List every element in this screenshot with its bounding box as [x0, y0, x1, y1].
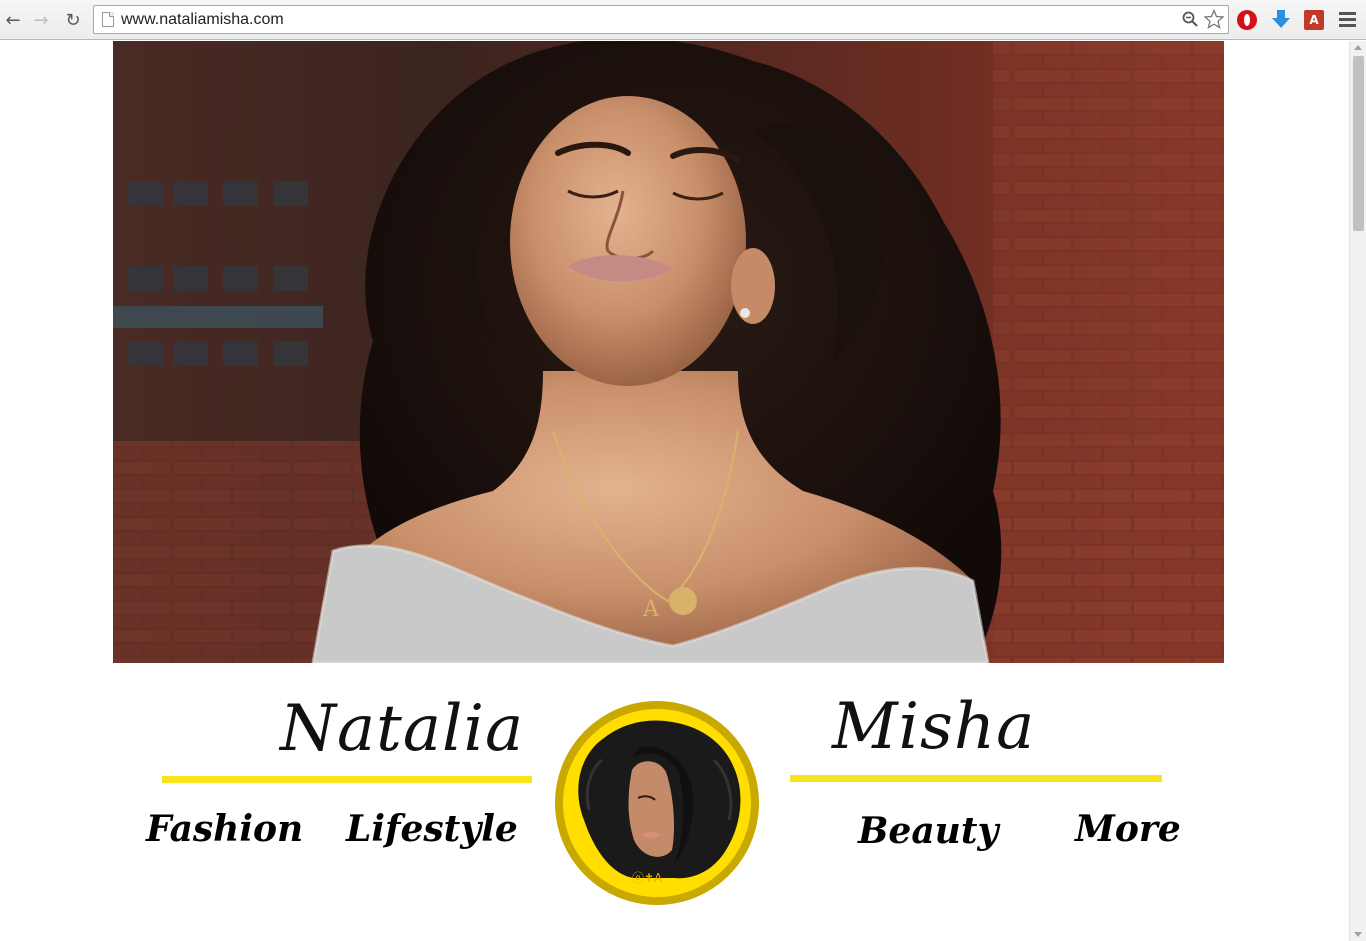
address-bar[interactable]: www.nataliamisha.com: [93, 5, 1229, 34]
scroll-thumb[interactable]: [1353, 56, 1364, 231]
scroll-up-arrow-icon[interactable]: [1354, 45, 1362, 50]
page-scrollbar[interactable]: [1349, 41, 1366, 941]
chrome-menu-icon[interactable]: [1339, 12, 1356, 27]
brand-first-name: Natalia: [280, 692, 525, 766]
opera-extension-icon[interactable]: [1237, 10, 1257, 30]
brand-last-name: Misha: [832, 690, 1036, 764]
bookmark-star-icon[interactable]: [1204, 9, 1224, 29]
left-yellow-divider: [162, 776, 532, 783]
page-icon: [102, 12, 114, 27]
nav-link-more[interactable]: More: [1075, 808, 1181, 850]
right-yellow-divider: [790, 775, 1162, 782]
back-button[interactable]: ←: [2, 9, 24, 31]
forward-button[interactable]: →: [30, 9, 52, 31]
hero-image: A: [113, 41, 1224, 663]
zoom-icon[interactable]: [1180, 9, 1200, 29]
browser-toolbar: ← → ↻ www.nataliamisha.com A: [0, 0, 1366, 40]
nav-link-fashion[interactable]: Fashion: [146, 808, 303, 850]
pdf-extension-icon[interactable]: A: [1304, 10, 1324, 30]
download-extension-icon[interactable]: [1270, 8, 1292, 30]
reload-button[interactable]: ↻: [62, 9, 84, 31]
nav-link-lifestyle[interactable]: Lifestyle: [346, 808, 518, 850]
nav-link-beauty[interactable]: Beauty: [858, 810, 998, 852]
svg-text:ⓞ✝A: ⓞ✝A: [632, 871, 663, 885]
svg-text:A: A: [642, 597, 660, 622]
url-text[interactable]: www.nataliamisha.com: [121, 11, 284, 29]
scroll-down-arrow-icon[interactable]: [1354, 932, 1362, 937]
site-logo[interactable]: ⓞ✝A: [554, 700, 760, 906]
